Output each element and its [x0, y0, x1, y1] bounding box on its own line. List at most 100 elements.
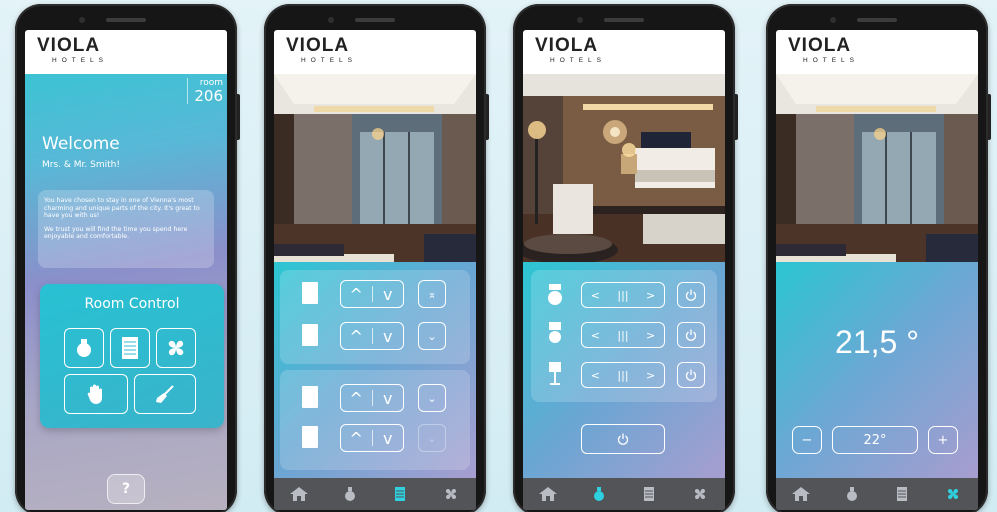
blind-3-up-button[interactable]: ^ [341, 385, 372, 411]
bottom-nav [274, 478, 476, 510]
app-header: VIOLA HOTELS [776, 30, 978, 74]
front-camera [830, 17, 836, 23]
housekeeping-button[interactable] [134, 374, 196, 414]
blind-3-updown[interactable]: ^ v [340, 384, 404, 412]
light-3-power-button[interactable] [677, 362, 705, 388]
blinds-icon [644, 487, 655, 501]
blind-half-icon [302, 426, 318, 448]
blind-4-updown[interactable]: ^ v [340, 424, 404, 452]
light-1-dimmer[interactable]: < ||| > [581, 282, 665, 308]
blind-2-updown[interactable]: ^ v [340, 322, 404, 350]
side-button [237, 94, 240, 140]
light-bulb-icon [593, 487, 604, 501]
blind-2-close-full-button[interactable]: ⌄ [418, 322, 446, 350]
nav-lights[interactable] [338, 482, 362, 506]
current-temperature: 21,5 ° [835, 324, 919, 360]
blinds-icon [897, 487, 908, 501]
home-icon [792, 487, 811, 501]
light-2-dimmer[interactable]: < ||| > [581, 322, 665, 348]
nav-climate[interactable] [688, 482, 712, 506]
welcome-screen: VIOLA HOTELS room 206 Welcome Mrs. & Mr.… [25, 30, 227, 510]
light-3-dim-up-button[interactable]: > [646, 369, 655, 382]
do-not-disturb-button[interactable] [64, 374, 128, 414]
light-3-level: ||| [617, 368, 629, 382]
nav-blinds[interactable] [890, 482, 914, 506]
blinds-icon [122, 337, 138, 359]
fan-icon [168, 340, 184, 356]
intro-paragraph-1: You have chosen to stay in one of Vienna… [44, 197, 200, 220]
light-bulb-icon [846, 487, 857, 501]
light-1-dim-up-button[interactable]: > [646, 289, 655, 302]
blind-4-down-button[interactable]: v [373, 425, 404, 451]
nav-home[interactable] [287, 482, 311, 506]
blinds-control-button[interactable] [110, 328, 150, 368]
ceiling-lamp-icon [548, 284, 562, 305]
light-1-dim-down-button[interactable]: < [591, 289, 600, 302]
all-lights-power-button[interactable] [581, 424, 665, 454]
temp-increase-button[interactable]: + [928, 426, 958, 454]
nav-blinds[interactable] [637, 482, 661, 506]
blind-1-updown[interactable]: ^ v [340, 280, 404, 308]
nav-lights[interactable] [587, 482, 611, 506]
viola-hotels-logo: VIOLA HOTELS [37, 35, 109, 65]
power-icon [685, 369, 697, 381]
fan-icon [694, 488, 705, 500]
power-icon [685, 329, 697, 341]
room-control-title: Room Control [84, 296, 180, 312]
light-2-dim-up-button[interactable]: > [646, 329, 655, 342]
app-header: VIOLA HOTELS [523, 30, 725, 74]
earpiece [106, 18, 146, 22]
light-3-dim-down-button[interactable]: < [591, 369, 600, 382]
blind-4-up-button[interactable]: ^ [341, 425, 372, 451]
side-button [988, 94, 991, 140]
blind-1-up-button[interactable]: ^ [341, 281, 372, 307]
blind-2-up-button[interactable]: ^ [341, 323, 372, 349]
nav-blinds[interactable] [388, 482, 412, 506]
blind-1-down-button[interactable]: v [373, 281, 404, 307]
phone-welcome: VIOLA HOTELS room 206 Welcome Mrs. & Mr.… [15, 4, 240, 512]
nav-home[interactable] [789, 482, 813, 506]
light-2-level: ||| [617, 328, 629, 342]
blind-3-down-button[interactable]: v [373, 385, 404, 411]
blinds-screen: VIOLA HOTELS ^ v ⌅ ^ v ⌄ ^ v ⌄ ^ v ⌄ [274, 30, 476, 510]
light-bulb-icon [344, 487, 355, 501]
app-header: VIOLA HOTELS [274, 30, 476, 74]
room-number: 206 [194, 87, 223, 105]
blind-3-close-full-button[interactable]: ⌄ [418, 384, 446, 412]
earpiece [355, 18, 395, 22]
bottom-nav [523, 478, 725, 510]
phone-climate: VIOLA HOTELS 21,5 ° − 22° + [766, 4, 991, 512]
front-camera [328, 17, 334, 23]
viola-hotels-logo: VIOLA HOTELS [535, 35, 607, 65]
climate-control-button[interactable] [156, 328, 196, 368]
home-icon [539, 487, 558, 501]
light-1-power-button[interactable] [677, 282, 705, 308]
intro-card: You have chosen to stay in one of Vienna… [38, 190, 214, 268]
light-2-dim-down-button[interactable]: < [591, 329, 600, 342]
guest-name: Mrs. & Mr. Smith! [42, 160, 120, 170]
viola-hotels-logo: VIOLA HOTELS [286, 35, 358, 65]
wall-lamp-icon [549, 322, 561, 343]
power-icon [685, 289, 697, 301]
nav-climate[interactable] [941, 482, 965, 506]
room-control-card: Room Control [40, 284, 224, 428]
nav-home[interactable] [536, 482, 560, 506]
blind-icon [302, 282, 318, 304]
earpiece [604, 18, 644, 22]
blind-2-down-button[interactable]: v [373, 323, 404, 349]
light-bulb-icon [77, 339, 91, 357]
blind-icon [302, 386, 318, 408]
lights-screen: VIOLA HOTELS < ||| > < ||| > < ||| > [523, 30, 725, 510]
blind-1-open-full-button[interactable]: ⌅ [418, 280, 446, 308]
front-camera [79, 17, 85, 23]
welcome-title: Welcome [42, 134, 120, 154]
light-3-dimmer[interactable]: < ||| > [581, 362, 665, 388]
nav-lights[interactable] [840, 482, 864, 506]
light-2-power-button[interactable] [677, 322, 705, 348]
help-button[interactable]: ? [107, 474, 145, 504]
nav-climate[interactable] [439, 482, 463, 506]
blind-4-close-full-button[interactable]: ⌄ [418, 424, 446, 452]
home-icon [290, 487, 309, 501]
temp-decrease-button[interactable]: − [792, 426, 822, 454]
light-control-button[interactable] [64, 328, 104, 368]
